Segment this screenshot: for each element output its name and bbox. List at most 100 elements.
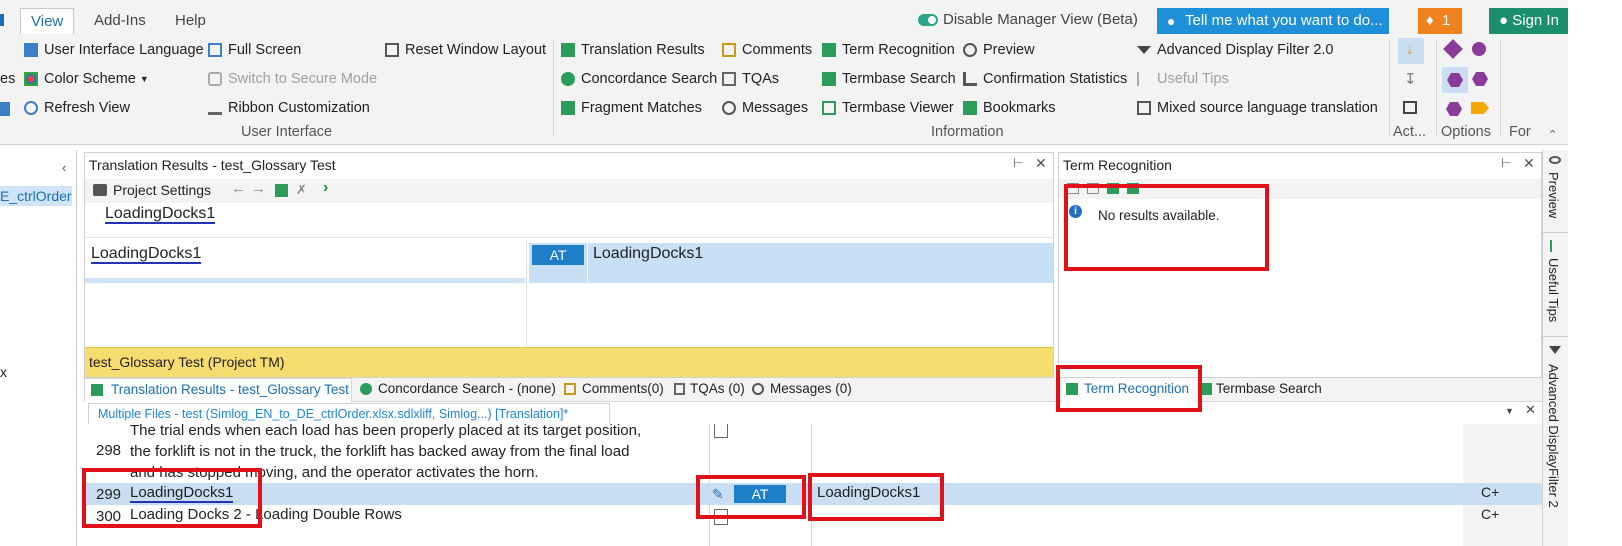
- annotation-box: [82, 468, 262, 528]
- fragment-matches-button[interactable]: Fragment Matches: [561, 96, 702, 120]
- match-target-cell[interactable]: AT LoadingDocks1: [529, 243, 1053, 283]
- apply-icon[interactable]: [275, 184, 288, 197]
- ribbon-customization-label: Ribbon Customization: [228, 100, 370, 116]
- pin-icon[interactable]: ⊢: [1501, 156, 1511, 170]
- manager-view-toggle[interactable]: [918, 14, 938, 26]
- group-for: For: [1509, 124, 1531, 140]
- termbase-search-button[interactable]: Termbase Search: [822, 67, 956, 91]
- collapse-nav-icon[interactable]: ‹: [62, 160, 66, 175]
- tab-messages[interactable]: Messages (0): [750, 378, 852, 400]
- refresh-view-button[interactable]: Refresh View: [24, 96, 130, 120]
- tips-icon: [1550, 240, 1560, 252]
- ribbon-customization-button[interactable]: Ribbon Customization: [208, 96, 370, 120]
- options-close-icon[interactable]: [1472, 42, 1486, 56]
- reset-layout-button[interactable]: Reset Window Layout: [385, 38, 546, 62]
- term-recognition-icon: [822, 43, 836, 57]
- tab-termbase-search[interactable]: Termbase Search: [1198, 378, 1322, 400]
- color-scheme-button[interactable]: Color Scheme ▼: [24, 67, 149, 91]
- bookmarks-button[interactable]: Bookmarks: [963, 96, 1056, 120]
- tab-concordance[interactable]: Concordance Search - (none): [358, 378, 556, 400]
- tab-comments[interactable]: Comments(0): [562, 378, 664, 400]
- tab-translation-results[interactable]: Translation Results - test_Glossary Test: [84, 378, 352, 402]
- messages-button[interactable]: Messages: [722, 96, 808, 120]
- close-icon[interactable]: ✕: [1523, 155, 1535, 172]
- nav-file-item[interactable]: E_ctrlOrder.: [0, 186, 72, 206]
- side-tab-advanced-filter[interactable]: Advanced DisplayFilter 2: [1546, 364, 1561, 508]
- translation-results-label: Translation Results: [581, 42, 705, 58]
- group-user-interface: User Interface: [241, 124, 333, 140]
- play-icon[interactable]: ›: [323, 179, 328, 197]
- options-check-icon[interactable]: [1472, 72, 1488, 86]
- comment-icon: [564, 383, 576, 395]
- tqas-label: TQAs: [742, 71, 780, 87]
- match-target-text: LoadingDocks1: [593, 245, 704, 262]
- language-icon: [24, 43, 38, 57]
- match-badge: AT: [532, 245, 584, 265]
- tab-tqas[interactable]: TQAs (0): [672, 378, 745, 400]
- sign-in-button[interactable]: ● Sign In: [1489, 8, 1569, 34]
- settings-icon: [93, 184, 107, 196]
- tab-messages-label: Messages (0): [770, 381, 852, 396]
- project-settings-button[interactable]: Project Settings: [113, 182, 211, 198]
- exclamation-icon: [722, 101, 736, 115]
- close-editor-icon[interactable]: ✕: [1525, 402, 1536, 418]
- pin-icon[interactable]: ⊢: [1013, 156, 1023, 170]
- translation-results-button[interactable]: Translation Results: [561, 38, 705, 62]
- tqas-button[interactable]: TQAs: [722, 67, 779, 91]
- sign-in-label: Sign In: [1512, 12, 1559, 29]
- filter-icon: [1549, 346, 1561, 354]
- concordance-search-button[interactable]: Concordance Search: [561, 67, 717, 91]
- termbase-viewer-button[interactable]: Termbase Viewer: [822, 96, 954, 120]
- options-hex-icon[interactable]: [1446, 102, 1462, 116]
- eye-icon: [963, 43, 977, 57]
- preview-button[interactable]: Preview: [963, 38, 1035, 62]
- match-source-term: LoadingDocks1: [91, 245, 202, 264]
- chevron-down-icon: ▼: [139, 74, 149, 84]
- side-tab-useful-tips[interactable]: Useful Tips: [1546, 258, 1561, 322]
- arrow-left-icon[interactable]: ←: [231, 180, 246, 197]
- tools-icon[interactable]: ✗: [296, 182, 307, 198]
- mixed-source-button[interactable]: Mixed source language translation: [1137, 96, 1378, 120]
- manager-view-label: Disable Manager View (Beta): [943, 11, 1138, 28]
- window-icon[interactable]: [1403, 101, 1417, 114]
- side-tab-preview[interactable]: Preview: [1546, 172, 1561, 218]
- annotation-box: [1064, 184, 1269, 271]
- fragment-matches-label: Fragment Matches: [581, 100, 702, 116]
- nav-item-cut[interactable]: x: [0, 364, 7, 380]
- tips-icon: [1137, 72, 1151, 86]
- full-screen-button[interactable]: Full Screen: [208, 38, 301, 62]
- translation-results-title: Translation Results - test_Glossary Test: [89, 157, 336, 173]
- tab-view[interactable]: View: [20, 8, 75, 34]
- options-diamond-icon[interactable]: [1443, 39, 1463, 59]
- translation-results-icon: [91, 384, 103, 396]
- tell-me-text: Tell me what you want to do...: [1185, 12, 1383, 29]
- tab-help[interactable]: Help: [165, 8, 216, 34]
- editor-document-tab[interactable]: Multiple Files - test (Simlog_EN_to_DE_c…: [88, 403, 610, 424]
- notifications-button[interactable]: ♦ 1: [1418, 8, 1462, 34]
- term-recognition-label: Term Recognition: [842, 42, 955, 58]
- confirmation-stats-button[interactable]: Confirmation Statistics: [963, 67, 1127, 91]
- tell-me-box[interactable]: ● Tell me what you want to do...: [1157, 8, 1389, 34]
- close-icon[interactable]: ✕: [1035, 155, 1047, 172]
- concordance-search-label: Concordance Search: [581, 71, 718, 87]
- lightbulb-icon: ●: [1167, 13, 1176, 29]
- act-down-button[interactable]: ↓: [1398, 38, 1424, 64]
- tab-dropdown-icon[interactable]: ▼: [1505, 406, 1514, 416]
- collapse-ribbon-icon[interactable]: ⌃: [1548, 128, 1557, 141]
- comment-icon: [722, 43, 736, 57]
- arrow-right-icon[interactable]: →: [251, 180, 266, 197]
- binoculars-icon: [360, 383, 372, 395]
- refresh-icon: [24, 101, 38, 115]
- file-tab-edge[interactable]: [0, 14, 4, 26]
- termbase-viewer-icon: [822, 101, 836, 115]
- download-icon[interactable]: ↧: [1404, 70, 1417, 88]
- ui-language-button[interactable]: User Interface Language: [24, 38, 204, 62]
- tab-addins[interactable]: Add-Ins: [84, 8, 156, 34]
- term-recognition-button[interactable]: Term Recognition: [822, 38, 955, 62]
- ribbon: View Add-Ins Help Disable Manager View (…: [0, 0, 1622, 145]
- advanced-filter-button[interactable]: Advanced Display Filter 2.0: [1137, 38, 1334, 62]
- comments-button[interactable]: Comments: [722, 38, 812, 62]
- options-selected-button[interactable]: [1442, 67, 1468, 93]
- match-source-cell[interactable]: LoadingDocks1: [85, 243, 525, 283]
- options-tag-icon[interactable]: [1471, 102, 1489, 114]
